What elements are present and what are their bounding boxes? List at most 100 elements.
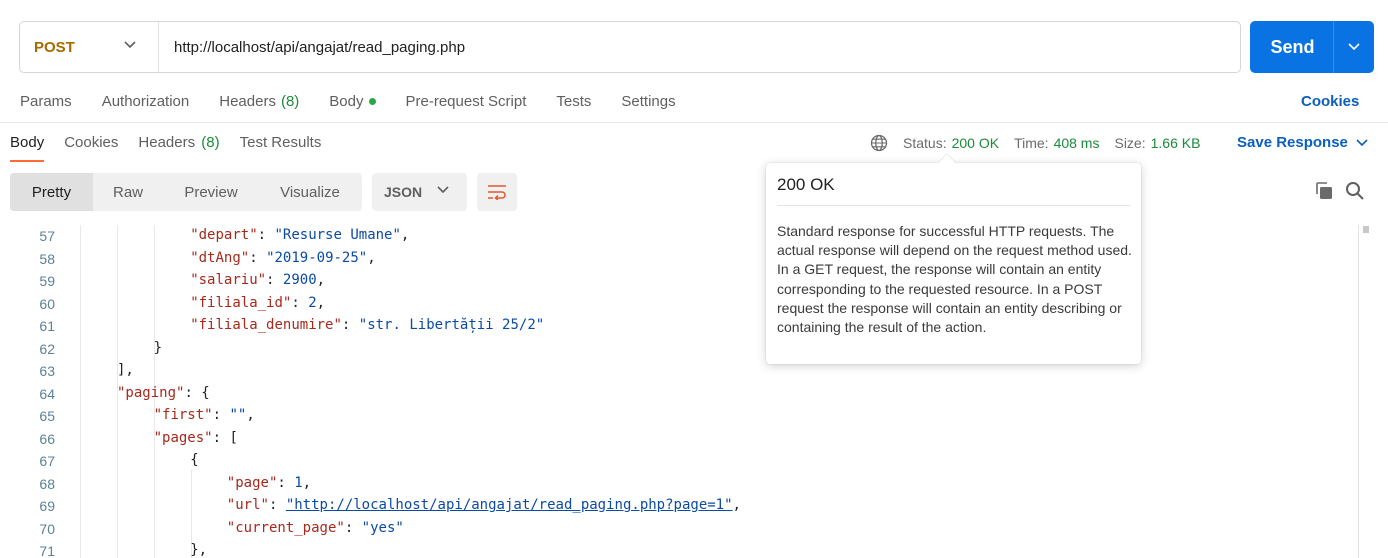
line-number: 59 xyxy=(39,273,55,289)
line-number: 63 xyxy=(39,363,55,379)
format-select[interactable]: JSON xyxy=(372,173,467,211)
json-value: "str. Libertății 25/2" xyxy=(358,317,545,333)
json-value: { xyxy=(201,384,210,401)
code-text: "first": "", xyxy=(153,407,255,423)
code-line: 61 "filiala_denumire": "str. Libertății 2… xyxy=(0,315,1360,338)
scrollbar-thumb[interactable] xyxy=(1363,226,1369,233)
code-punctuation: , xyxy=(367,249,376,266)
url-input[interactable]: http://localhost/api/angajat/read_paging… xyxy=(159,39,465,56)
code-line: 58 "dtAng": "2019-09-25", xyxy=(0,248,1360,271)
format-tab-visualize[interactable]: Visualize xyxy=(259,173,361,211)
json-key: "url" xyxy=(226,497,269,513)
line-number: 66 xyxy=(39,430,55,447)
json-value: 2 xyxy=(308,294,317,311)
format-tab-raw[interactable]: Raw xyxy=(93,173,163,211)
line-number: 69 xyxy=(39,498,55,514)
response-body-editor[interactable]: 57 "depart": "Resurse Umane", 58 "dtAng": "… xyxy=(0,225,1388,558)
response-tab-test-results[interactable]: Test Results xyxy=(240,134,322,151)
copy-icon[interactable] xyxy=(1314,181,1334,201)
code-punctuation: , xyxy=(316,272,326,288)
tab-authorization[interactable]: Authorization xyxy=(102,93,190,110)
code-line: 68 "page": 1, xyxy=(0,473,1360,496)
code-text: "pages": [ xyxy=(153,429,238,446)
code-text: "paging": { xyxy=(117,384,210,401)
divider xyxy=(0,122,1388,123)
time-label: Time: xyxy=(1014,135,1049,151)
json-key: "salariu" xyxy=(190,272,267,288)
json-key: "pages" xyxy=(153,429,213,446)
code-punctuation: , xyxy=(732,497,741,513)
code-line: 64 "paging": { xyxy=(0,383,1360,406)
code-text: } xyxy=(154,340,162,356)
json-value: 1 xyxy=(294,474,303,491)
wrap-lines-icon xyxy=(488,185,506,200)
wrap-lines-button[interactable] xyxy=(477,173,517,211)
status-value[interactable]: 200 OK xyxy=(952,135,999,151)
line-number: 65 xyxy=(39,408,55,424)
code-text: "depart": "Resurse Umane", xyxy=(190,227,410,243)
time-value[interactable]: 408 ms xyxy=(1054,135,1100,151)
format-tab-preview[interactable]: Preview xyxy=(163,173,259,211)
send-label: Send xyxy=(1270,36,1315,57)
tooltip-title: 200 OK xyxy=(777,175,835,194)
json-value: "2019-09-25" xyxy=(266,249,368,266)
tab-params[interactable]: Params xyxy=(20,93,72,110)
code-text: }, xyxy=(190,542,207,558)
code-text: "filiala_id": 2, xyxy=(190,294,326,311)
request-url-bar: POST http://localhost/api/angajat/read_p… xyxy=(19,21,1241,73)
json-url-link[interactable]: "http://localhost/api/angajat/read_pagin… xyxy=(286,497,733,513)
code-text: "dtAng": "2019-09-25", xyxy=(190,249,376,266)
search-icon[interactable] xyxy=(1345,181,1365,201)
json-key: "current_page" xyxy=(226,519,345,536)
response-tabs: Body Cookies Headers (8) Test Results xyxy=(10,134,341,162)
json-value: "" xyxy=(229,407,247,423)
json-value: "yes" xyxy=(361,519,404,536)
response-tab-cookies[interactable]: Cookies xyxy=(64,134,118,151)
code-line: 69 "url": "http://localhost/api/angajat/r… xyxy=(0,495,1360,518)
line-number: 58 xyxy=(39,250,55,267)
format-tab-pretty[interactable]: Pretty xyxy=(10,173,93,211)
json-value: [ xyxy=(229,429,238,446)
line-number: 71 xyxy=(39,543,55,558)
method-select[interactable]: POST xyxy=(20,22,159,72)
code-line: 65 "first": "", xyxy=(0,405,1360,428)
code-punctuation: , xyxy=(302,474,312,491)
body-indicator-dot xyxy=(368,98,376,105)
code-line: 62} xyxy=(0,338,1360,361)
json-key: "page" xyxy=(226,474,278,491)
request-tabs: Params Authorization Headers (8) Body Pre… xyxy=(20,93,706,110)
response-tab-headers[interactable]: Headers (8) xyxy=(138,134,219,151)
tab-body[interactable]: Body xyxy=(329,93,376,110)
save-response-button[interactable]: Save Response xyxy=(1237,134,1368,151)
tooltip-divider xyxy=(777,205,1130,206)
line-number: 68 xyxy=(39,475,55,492)
send-options-chevron-icon[interactable] xyxy=(1334,43,1374,51)
json-key: "filiala_denumire" xyxy=(190,317,342,333)
json-key: "paging" xyxy=(117,384,185,401)
json-value: "Resurse Umane" xyxy=(274,227,401,243)
response-tab-body[interactable]: Body xyxy=(10,134,45,162)
tab-settings[interactable]: Settings xyxy=(621,93,675,110)
code-line: 60 "filiala_id": 2, xyxy=(0,293,1360,316)
tab-pre-request-script[interactable]: Pre-request Script xyxy=(406,93,527,110)
json-key: "filiala_id" xyxy=(190,294,292,311)
tab-headers[interactable]: Headers (8) xyxy=(219,93,299,110)
status-label: Status: xyxy=(903,135,947,151)
code-text: ], xyxy=(117,362,134,378)
save-response-label: Save Response xyxy=(1237,134,1348,151)
tooltip-body: Standard response for successful HTTP re… xyxy=(777,223,1132,336)
code-text: "salariu": 2900, xyxy=(190,272,326,288)
json-key: "dtAng" xyxy=(190,249,250,266)
code-punctuation: ], xyxy=(117,362,134,378)
response-meta: Status: 200 OK Time: 408 ms Size: 1.66 K… xyxy=(870,134,1200,152)
tab-tests[interactable]: Tests xyxy=(556,93,591,110)
send-button[interactable]: Send xyxy=(1250,21,1374,73)
size-value[interactable]: 1.66 KB xyxy=(1151,135,1201,151)
globe-icon[interactable] xyxy=(870,134,888,152)
cookies-link[interactable]: Cookies xyxy=(1301,93,1359,110)
chevron-down-icon xyxy=(1356,138,1368,146)
editor-scrollbar[interactable] xyxy=(1358,225,1359,558)
chevron-down-icon xyxy=(124,41,136,49)
code-punctuation: , xyxy=(246,407,255,423)
code-punctuation: , xyxy=(316,294,326,311)
